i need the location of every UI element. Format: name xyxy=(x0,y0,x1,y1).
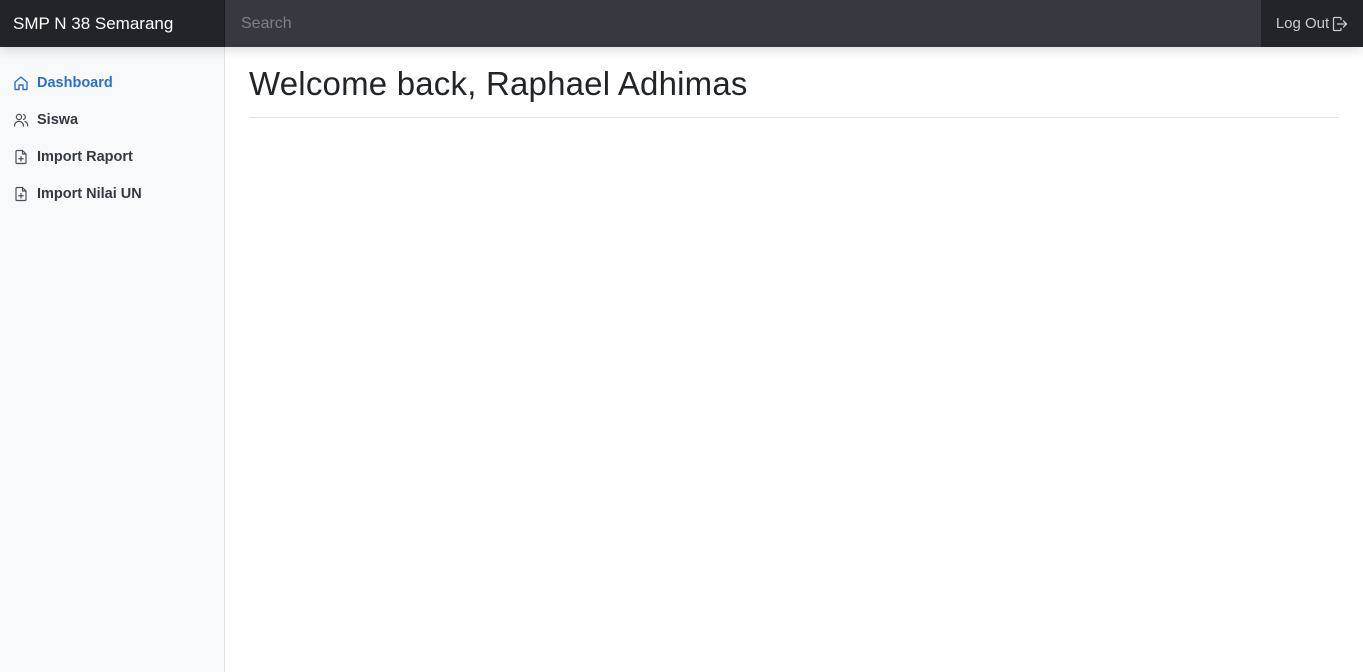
sidebar: Dashboard Siswa Import Raport Import Nil… xyxy=(0,47,225,672)
logout-label: Log Out xyxy=(1275,15,1330,32)
main-content: Welcome back, Raphael Adhimas xyxy=(249,47,1339,118)
logout-container: Log Out xyxy=(1261,0,1363,47)
sidebar-item-label: Dashboard xyxy=(37,74,113,91)
home-icon xyxy=(13,75,29,91)
sidebar-item-label: Import Raport xyxy=(37,148,133,165)
search-input[interactable] xyxy=(225,0,1261,47)
logout-link[interactable]: Log Out xyxy=(1276,15,1348,32)
sidebar-item-import-raport[interactable]: Import Raport xyxy=(0,138,224,175)
sidebar-item-label: Siswa xyxy=(37,111,79,128)
sidebar-item-dashboard[interactable]: Dashboard xyxy=(0,64,224,101)
sidebar-item-label: Import Nilai UN xyxy=(37,185,142,202)
users-icon xyxy=(13,112,29,128)
top-navbar: SMP N 38 Semarang Log Out xyxy=(0,0,1363,47)
file-plus-icon xyxy=(13,149,29,165)
box-arrow-right-icon xyxy=(1333,16,1348,31)
sidebar-item-import-nilai-un[interactable]: Import Nilai UN xyxy=(0,175,224,212)
sidebar-item-siswa[interactable]: Siswa xyxy=(0,101,224,138)
brand-link[interactable]: SMP N 38 Semarang xyxy=(0,0,225,47)
file-plus-icon xyxy=(13,186,29,202)
page-title: Welcome back, Raphael Adhimas xyxy=(249,47,1339,118)
